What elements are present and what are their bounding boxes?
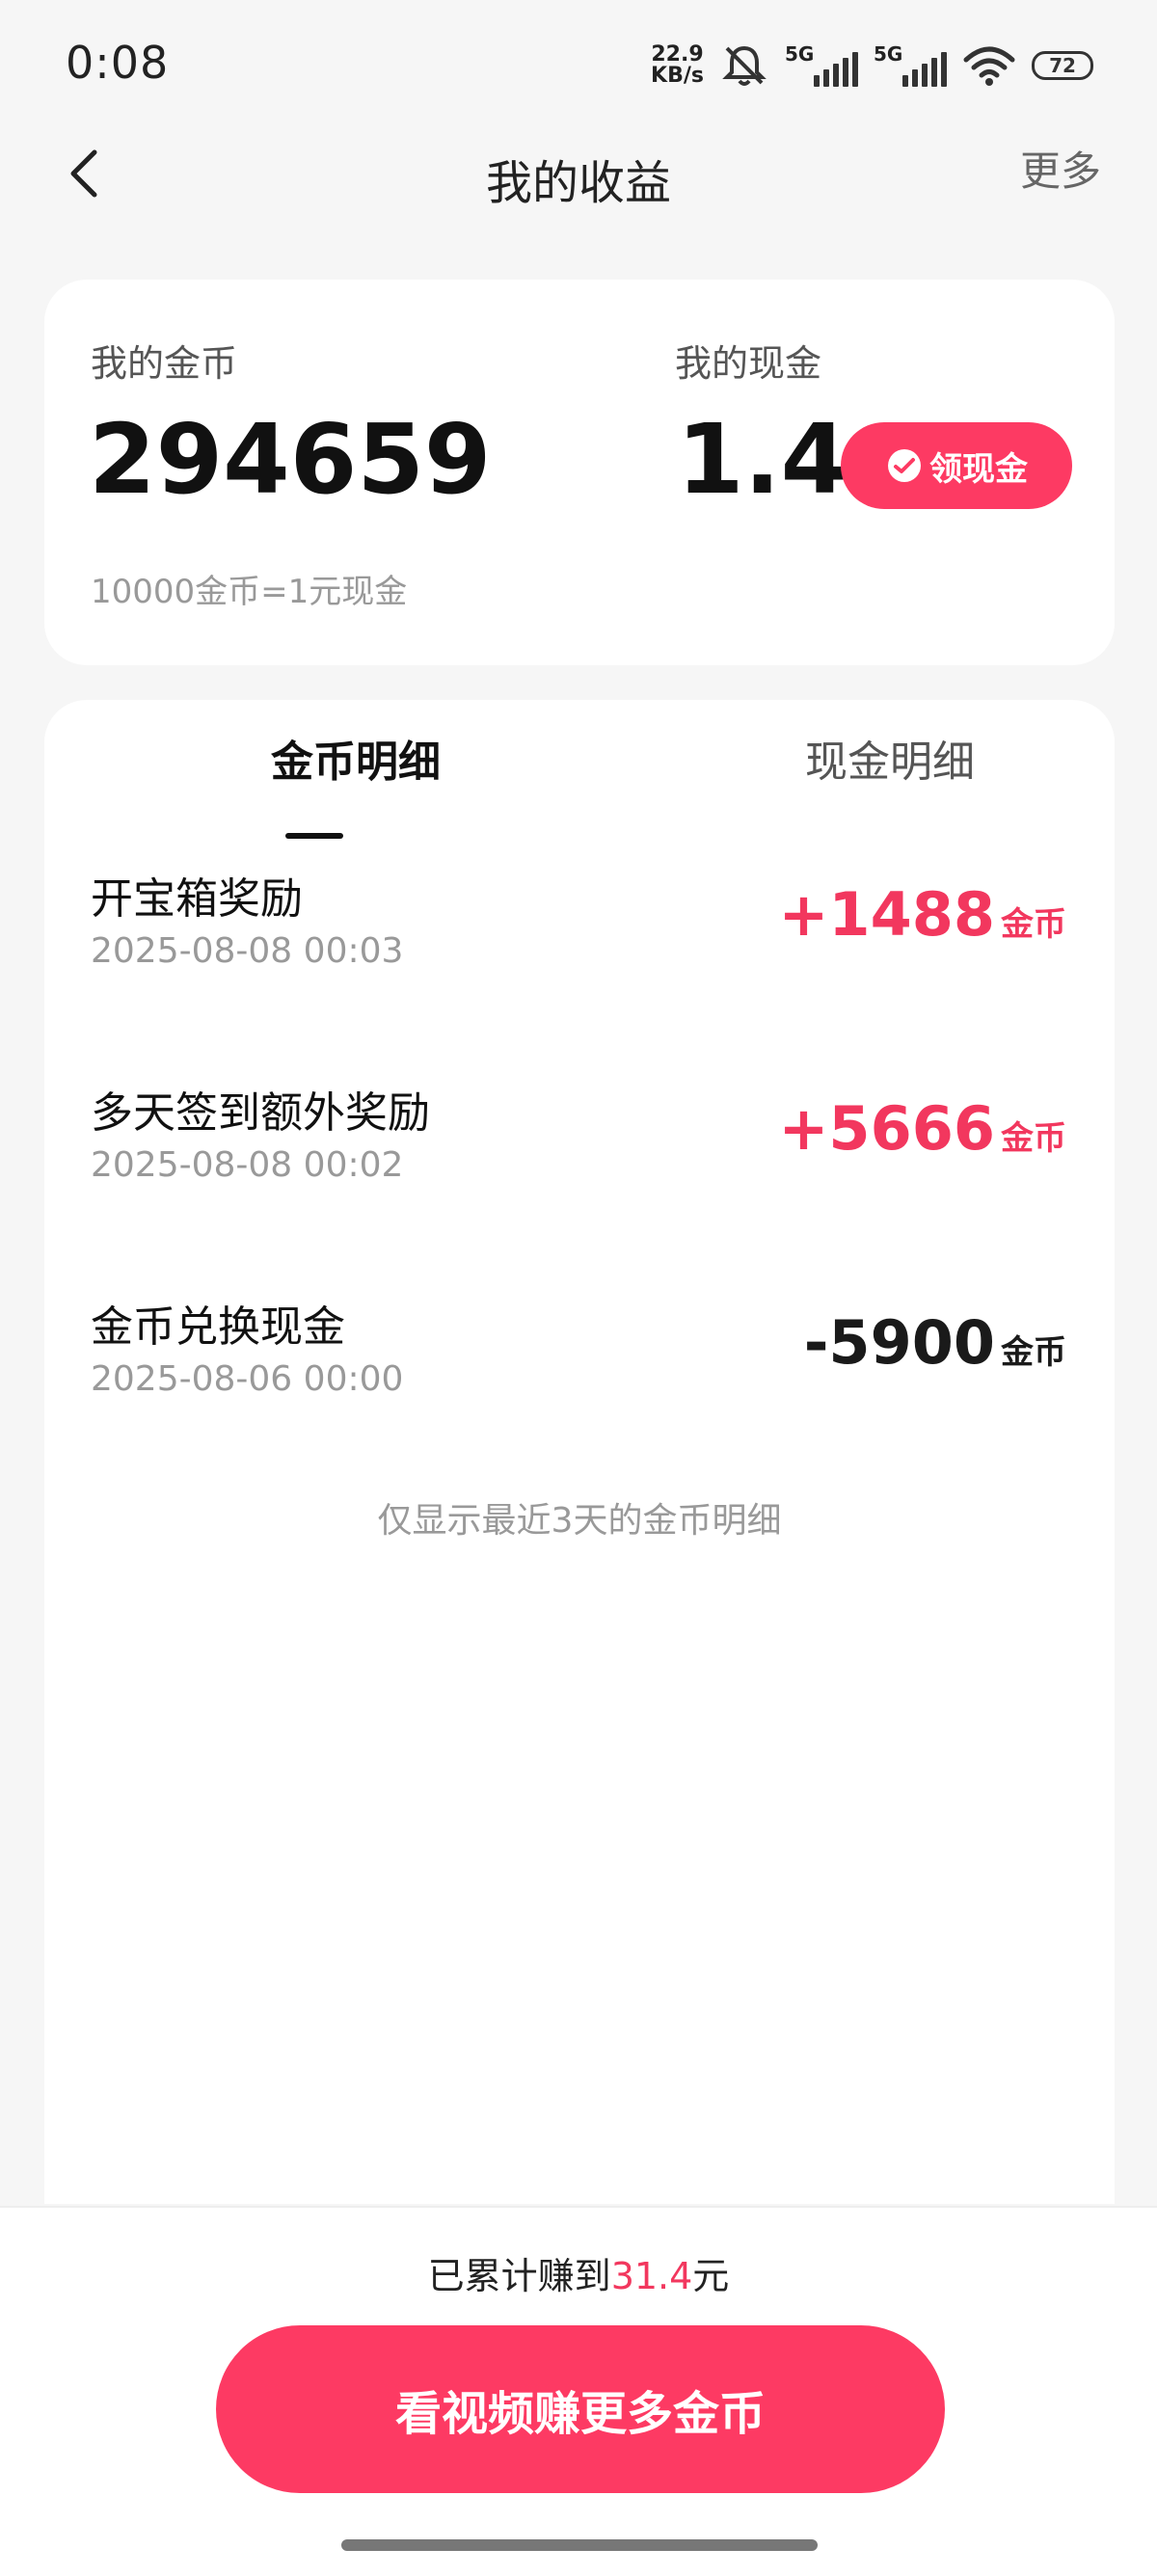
battery-icon: 72 [1032, 51, 1093, 80]
earnings-summary-card: 我的金币 294659 我的现金 1.4 领现金 10000金币=1元现金 [44, 280, 1115, 665]
signal-icon: 5G [785, 42, 858, 87]
record-time: 2025-08-06 00:00 [91, 1359, 404, 1399]
page-title: 我的收益 [485, 156, 671, 210]
checkmark-badge-icon [885, 446, 924, 485]
active-tab-indicator [285, 833, 343, 839]
list-item: 开宝箱奖励 2025-08-08 00:03 +1488 金币 [44, 852, 1115, 1066]
coins-value: 294659 [89, 403, 492, 516]
status-time: 0:08 [66, 37, 170, 89]
signal-icon: 5G [874, 42, 947, 87]
record-amount: +1488 金币 [778, 879, 1066, 950]
status-icons: 22.9 KB/s 5G 5G 72 [651, 39, 1093, 93]
detail-card: 金币明细 现金明细 开宝箱奖励 2025-08-08 00:03 +1488 金… [44, 700, 1115, 2204]
cash-label: 我的现金 [675, 342, 822, 385]
record-time: 2025-08-08 00:03 [91, 931, 404, 971]
record-title: 金币兑换现金 [91, 1302, 345, 1352]
home-indicator[interactable] [341, 2539, 818, 2551]
withdraw-cash-button[interactable]: 领现金 [841, 422, 1072, 509]
record-title: 开宝箱奖励 [91, 874, 303, 924]
network-speed: 22.9 KB/s [651, 42, 704, 88]
list-item: 金币兑换现金 2025-08-06 00:00 -5900 金币 [44, 1280, 1115, 1494]
tab-coin-details[interactable]: 金币明细 [163, 729, 549, 796]
record-time: 2025-08-08 00:02 [91, 1145, 404, 1185]
coin-record-list: 开宝箱奖励 2025-08-08 00:03 +1488 金币 多天签到额外奖励… [44, 852, 1115, 1494]
total-earned-line: 已累计赚到31.4元 [427, 2255, 730, 2297]
mute-bell-icon [722, 45, 767, 86]
cash-value: 1.4 [677, 403, 848, 516]
bottom-panel: 已累计赚到31.4元 看视频赚更多金币 [0, 2206, 1157, 2576]
record-title: 多天签到额外奖励 [91, 1088, 430, 1138]
record-amount: -5900 金币 [803, 1307, 1066, 1378]
total-earned-value: 31.4 [610, 2255, 693, 2297]
coins-label: 我的金币 [91, 342, 238, 385]
watch-video-button[interactable]: 看视频赚更多金币 [216, 2325, 945, 2493]
list-item: 多天签到额外奖励 2025-08-08 00:02 +5666 金币 [44, 1066, 1115, 1280]
withdraw-label: 领现金 [929, 449, 1028, 489]
recent-records-note: 仅显示最近3天的金币明细 [377, 1501, 782, 1541]
detail-tabs: 金币明细 现金明细 [44, 729, 1115, 839]
record-amount: +5666 金币 [778, 1093, 1066, 1164]
more-link[interactable]: 更多 [1020, 139, 1101, 198]
nav-bar: 我的收益 更多 [0, 125, 1157, 231]
wifi-icon [963, 46, 1015, 86]
status-bar: 0:08 22.9 KB/s 5G 5G 72 [0, 0, 1157, 125]
tab-cash-details[interactable]: 现金明细 [697, 729, 1083, 796]
exchange-rate-note: 10000金币=1元现金 [91, 573, 408, 611]
